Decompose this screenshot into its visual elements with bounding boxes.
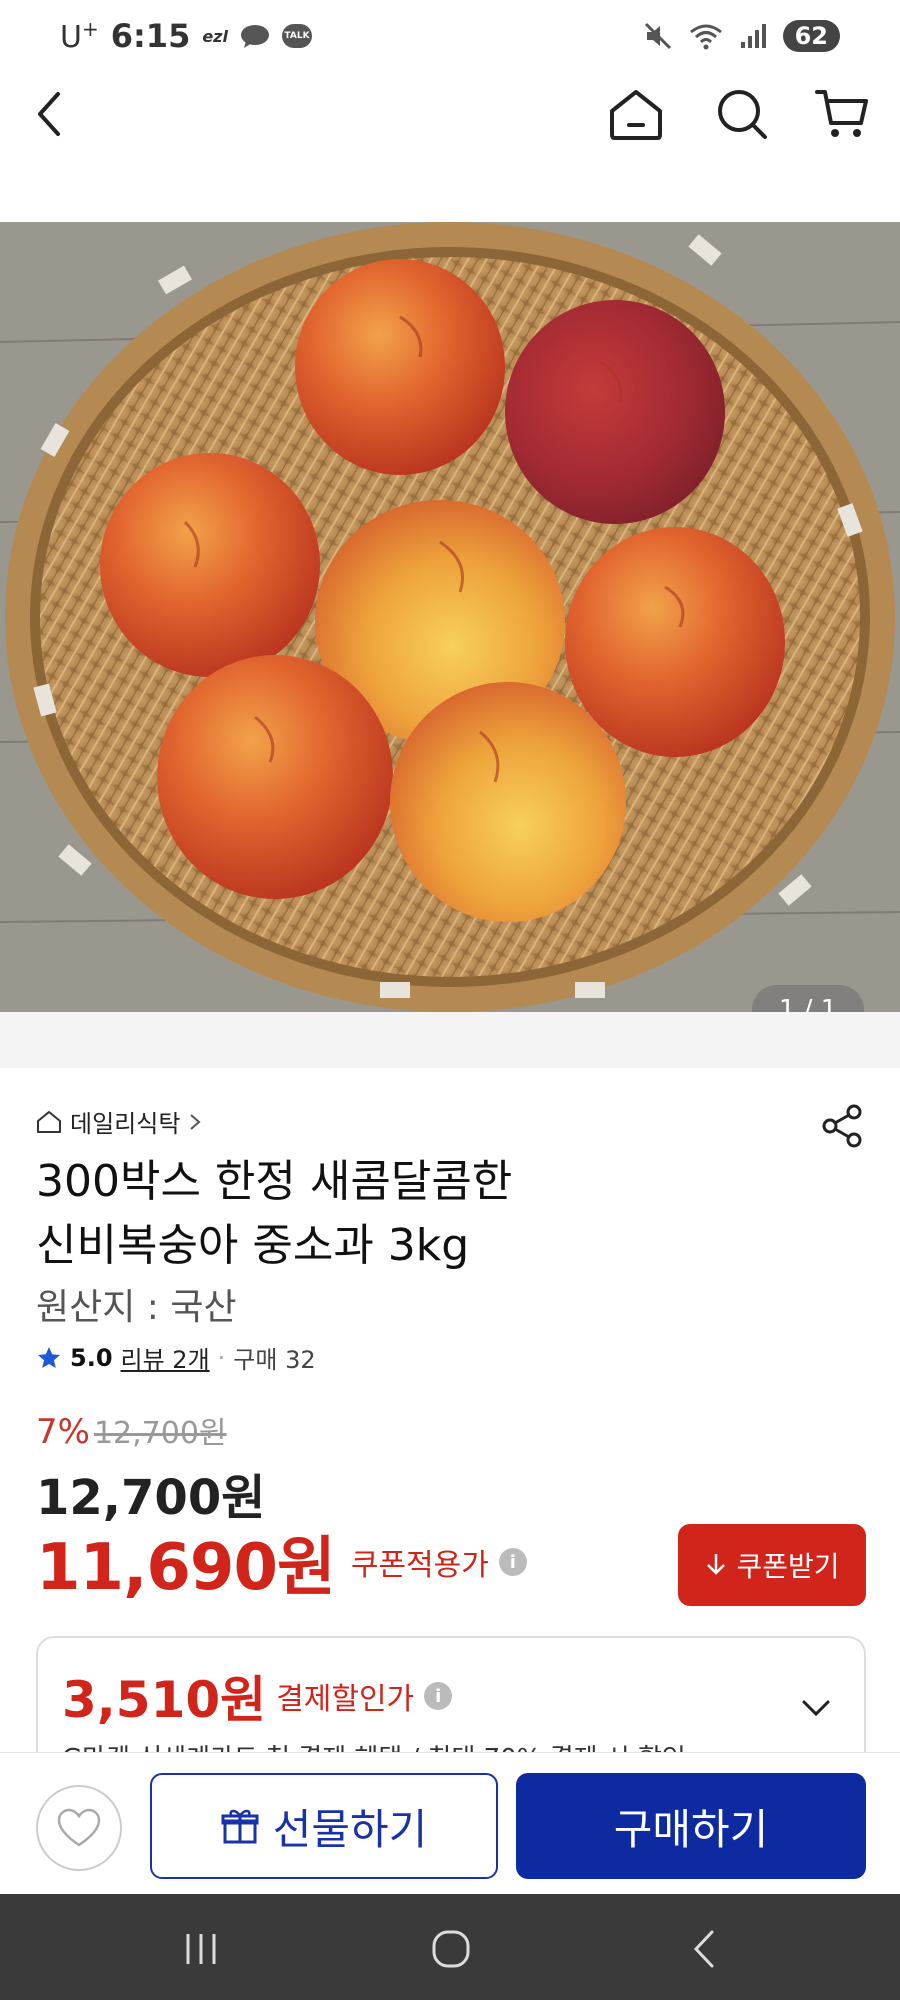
heart-icon <box>57 1808 101 1847</box>
home-circle-icon <box>432 1930 470 1968</box>
chevron-down-icon <box>802 1700 830 1717</box>
signal-icon <box>740 24 766 48</box>
search-icon <box>718 90 767 139</box>
coupon-price-label: 쿠폰적용가 <box>350 1548 489 1583</box>
get-coupon-label: 쿠폰받기 <box>736 1550 840 1583</box>
peach-basket-image <box>0 222 900 1012</box>
share-icon <box>822 1104 862 1148</box>
product-image[interactable] <box>0 222 900 1012</box>
product-title: 300박스 한정 새콤달콤한 신비복숭아 중소과 3kg <box>36 1150 756 1278</box>
mute-icon <box>644 22 671 50</box>
discount-row: 7% 12,700원 <box>36 1408 227 1452</box>
chevron-right-icon <box>190 1113 201 1130</box>
original-price: 12,700원 <box>93 1416 227 1451</box>
seller-link[interactable]: 데일리식탁 <box>36 1104 202 1139</box>
separator-dot: · <box>217 1343 226 1372</box>
recents-button[interactable] <box>176 1924 226 1974</box>
status-time: 6:15 <box>110 17 191 55</box>
rating-row: 5.0 리뷰 2개 · 구매 32 <box>36 1340 316 1375</box>
purchase-count: 구매 32 <box>233 1346 316 1374</box>
product-title-line2: 신비복숭아 중소과 3kg <box>36 1220 470 1271</box>
home-nav-button[interactable] <box>426 1924 476 1974</box>
cart-icon <box>815 90 868 137</box>
chevron-left-icon <box>38 92 60 136</box>
chat-bubble-icon <box>240 25 269 48</box>
bottom-action-bar: 선물하기 구매하기 <box>0 1752 900 1894</box>
seller-name: 데일리식탁 <box>70 1110 181 1138</box>
expand-button[interactable] <box>796 1688 836 1728</box>
review-link[interactable]: 리뷰 2개 <box>121 1340 210 1375</box>
back-nav-button[interactable] <box>680 1924 730 1974</box>
battery-level: 62 <box>782 20 840 52</box>
coupon-price: 11,690원 <box>36 1531 336 1605</box>
buy-label: 구매하기 <box>613 1804 769 1854</box>
share-button[interactable] <box>818 1102 866 1150</box>
rating-score: 5.0 <box>70 1343 113 1372</box>
discount-percent: 7% <box>36 1412 90 1452</box>
carrier-label: U+ <box>60 17 99 55</box>
star-icon <box>38 1346 60 1368</box>
info-icon[interactable]: i <box>424 1682 453 1710</box>
ezl-badge: ezl <box>202 26 228 46</box>
status-bar: U+ 6:15 ezl TALK 62 <box>0 0 900 72</box>
recents-icon <box>186 1934 216 1964</box>
info-icon[interactable]: i <box>498 1548 527 1576</box>
payment-price: 3,510원 <box>62 1671 267 1729</box>
gift-icon <box>221 1809 259 1844</box>
wifi-icon <box>689 24 722 50</box>
status-left: U+ 6:15 ezl TALK <box>60 17 312 55</box>
status-right: 62 <box>643 20 840 52</box>
payment-price-row: 3,510원 결제할인가 i <box>62 1660 453 1732</box>
cart-button[interactable] <box>810 82 874 146</box>
wishlist-button[interactable] <box>36 1785 122 1871</box>
home-button[interactable] <box>604 82 668 146</box>
gift-label: 선물하기 <box>272 1804 428 1854</box>
payment-label: 결제할인가 <box>276 1682 415 1717</box>
top-nav <box>0 72 900 162</box>
back-arrow-icon <box>693 1930 714 1968</box>
talk-badge: TALK <box>281 24 312 48</box>
system-nav-bar <box>0 1894 900 2000</box>
home-icon <box>610 90 662 140</box>
section-divider <box>0 1012 900 1068</box>
product-title-line1: 300박스 한정 새콤달콤한 <box>36 1156 513 1207</box>
get-coupon-button[interactable]: 쿠폰받기 <box>678 1524 866 1606</box>
origin-label: 원산지 : 국산 <box>36 1287 237 1328</box>
coupon-price-row: 11,690원 쿠폰적용가 i <box>36 1516 527 1608</box>
back-button[interactable] <box>18 82 82 146</box>
download-icon <box>707 1554 726 1575</box>
gift-button[interactable]: 선물하기 <box>150 1773 498 1879</box>
buy-button[interactable]: 구매하기 <box>516 1773 866 1879</box>
store-home-icon <box>37 1110 61 1133</box>
search-button[interactable] <box>710 82 774 146</box>
